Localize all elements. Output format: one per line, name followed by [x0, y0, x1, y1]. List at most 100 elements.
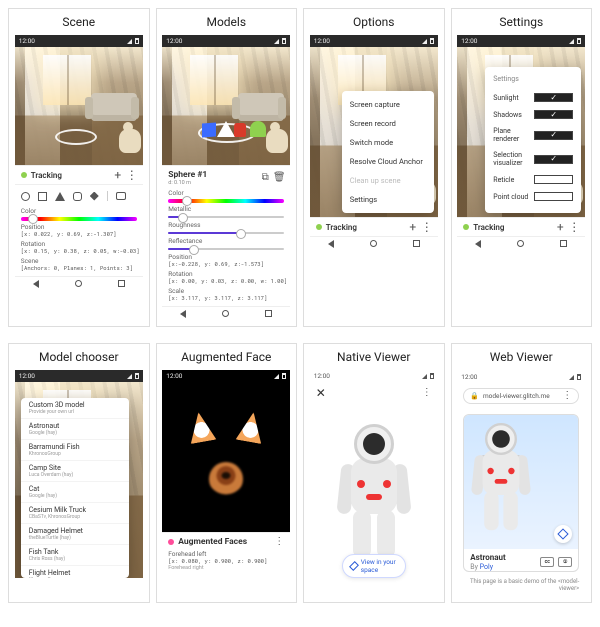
native-viewer-canvas[interactable]: View in your space — [310, 404, 438, 584]
camera-icon[interactable] — [116, 192, 126, 200]
title-native: Native Viewer — [337, 350, 410, 364]
ar-scene[interactable]: Screen capture Screen record Switch mode… — [310, 47, 438, 217]
model-cube[interactable] — [202, 123, 216, 138]
nav-recents-icon[interactable] — [118, 280, 125, 287]
setting-pointcloud-checkbox[interactable] — [534, 192, 573, 201]
status-time: 12:00 — [314, 37, 330, 45]
battery-icon — [577, 374, 581, 380]
ar-scene[interactable] — [162, 47, 290, 165]
phone-chooser: 12:00 Custom 3D modelProvide your own ur… — [15, 370, 143, 578]
face-scene[interactable] — [162, 382, 290, 532]
nav-home-icon[interactable] — [222, 310, 229, 317]
chooser-option[interactable]: Camp SiteLuca Overdam (hay) — [21, 461, 129, 482]
scene-value: [Anchors: 0, Planes: 1, Points: 3] — [21, 265, 137, 272]
settings-panel: Settings Sunlight✓ Shadows✓ Plane render… — [485, 67, 581, 213]
overflow-button[interactable]: ⋮ — [569, 222, 579, 232]
model-android[interactable] — [250, 121, 266, 137]
nav-recents-icon[interactable] — [413, 240, 420, 247]
roughness-slider[interactable] — [168, 232, 284, 234]
ar-fab-button[interactable] — [554, 525, 572, 543]
nav-back-icon[interactable] — [33, 280, 39, 288]
menu-switch-mode[interactable]: Switch mode — [342, 133, 434, 152]
chooser-option[interactable]: AstronautGoogle (hay) — [21, 419, 129, 440]
nav-home-icon[interactable] — [75, 280, 82, 287]
browser-menu-button[interactable]: ⋮ — [562, 391, 572, 401]
nav-recents-icon[interactable] — [265, 310, 272, 317]
chooser-option[interactable]: CatGoogle (hay) — [21, 482, 129, 503]
chooser-option[interactable]: Fish TankChris Ross (hay) — [21, 545, 129, 566]
setting-selection-label: Selection visualizer — [493, 151, 530, 167]
chooser-option[interactable]: Flight HelmetKhronosGroup — [21, 566, 129, 578]
title-options: Options — [353, 15, 395, 29]
shape-cube-button[interactable] — [38, 192, 47, 201]
menu-screen-record[interactable]: Screen record — [342, 114, 434, 133]
overflow-button[interactable]: ⋮ — [422, 388, 432, 398]
status-time: 12:00 — [314, 372, 330, 380]
add-button[interactable]: + — [408, 222, 418, 232]
setting-shadows-label: Shadows — [493, 111, 530, 119]
menu-screen-capture[interactable]: Screen capture — [342, 95, 434, 114]
model-name: Astronaut — [470, 553, 536, 562]
chooser-option[interactable]: Custom 3D modelProvide your own url — [21, 398, 129, 419]
label-rotation: Rotation — [168, 270, 284, 278]
settings-header: Settings — [485, 71, 581, 89]
chooser-option[interactable]: Cesium Milk TruckCBaSTv, KhronosGroup — [21, 503, 129, 524]
browser-url-bar[interactable]: 🔒 model-viewer.glitch.me ⋮ — [463, 388, 579, 404]
lock-icon: 🔒 — [470, 392, 479, 400]
delete-button[interactable]: 🗑 — [274, 173, 284, 183]
tracking-bar: Tracking + ⋮ — [15, 165, 143, 184]
ar-scene[interactable] — [15, 47, 143, 165]
ar-scene[interactable]: Settings Sunlight✓ Shadows✓ Plane render… — [457, 47, 585, 217]
model-prism[interactable] — [217, 121, 235, 137]
copy-button[interactable]: ⧉ — [260, 173, 270, 183]
title-settings: Settings — [499, 15, 543, 29]
tracking-dot-icon — [463, 224, 469, 230]
nav-back-icon[interactable] — [328, 240, 334, 248]
setting-sunlight-checkbox[interactable]: ✓ — [534, 93, 573, 102]
shape-cylinder-button[interactable] — [73, 192, 82, 201]
chooser-option[interactable]: Damaged HelmettheBlueTurtle (hay) — [21, 524, 129, 545]
color-slider[interactable] — [168, 199, 284, 203]
phone-settings: 12:00 Settings Sunlight✓ Shadows✓ Plane … — [457, 35, 585, 250]
astronaut-model[interactable] — [472, 423, 531, 535]
setting-shadows-checkbox[interactable]: ✓ — [534, 110, 573, 119]
face-card: Augmented Faces ⋮ Forehead left [x: 0.08… — [162, 532, 290, 575]
tracking-dot-icon — [21, 172, 27, 178]
color-slider[interactable] — [21, 217, 137, 221]
metallic-slider[interactable] — [168, 216, 284, 218]
nav-recents-icon[interactable] — [560, 240, 567, 247]
model-author: By Poly — [470, 563, 536, 571]
setting-selection-checkbox[interactable]: ✓ — [534, 155, 573, 164]
shape-model-button[interactable] — [90, 192, 99, 201]
menu-resolve-anchor[interactable]: Resolve Cloud Anchor — [342, 152, 434, 171]
window-light — [43, 55, 91, 105]
author-link[interactable]: Poly — [480, 563, 493, 571]
shape-sphere-button[interactable] — [21, 192, 30, 201]
close-button[interactable]: ✕ — [316, 386, 326, 400]
model-card: Sphere #1 d: 0.10 m ⧉ 🗑 Color Metallic R… — [162, 165, 290, 306]
chooser-option[interactable]: Barramundi FishKhronosGroup — [21, 440, 129, 461]
setting-plane-checkbox[interactable]: ✓ — [534, 131, 573, 140]
shape-prism-button[interactable] — [55, 192, 65, 201]
astronaut-model[interactable] — [337, 424, 411, 564]
setting-reticle-checkbox[interactable] — [534, 175, 573, 184]
overflow-button[interactable]: ⋮ — [422, 222, 432, 232]
fox-ear-left — [186, 410, 217, 444]
overflow-button[interactable]: ⋮ — [127, 170, 137, 180]
nav-back-icon[interactable] — [475, 240, 481, 248]
nav-home-icon[interactable] — [517, 240, 524, 247]
model-viewer-canvas[interactable] — [464, 415, 578, 549]
menu-settings[interactable]: Settings — [342, 190, 434, 209]
signal-icon — [274, 374, 279, 379]
reflectance-slider[interactable] — [168, 248, 284, 250]
nav-back-icon[interactable] — [180, 310, 186, 318]
model-cylinder[interactable] — [234, 123, 246, 137]
add-button[interactable]: + — [555, 222, 565, 232]
overflow-button[interactable]: ⋮ — [274, 537, 284, 547]
model-chooser-list[interactable]: Custom 3D modelProvide your own urlAstro… — [21, 398, 129, 578]
signal-icon — [422, 374, 427, 379]
nav-home-icon[interactable] — [370, 240, 377, 247]
view-in-space-button[interactable]: View in your space — [342, 554, 406, 578]
setting-pointcloud-label: Point cloud — [493, 193, 530, 201]
add-button[interactable]: + — [113, 170, 123, 180]
